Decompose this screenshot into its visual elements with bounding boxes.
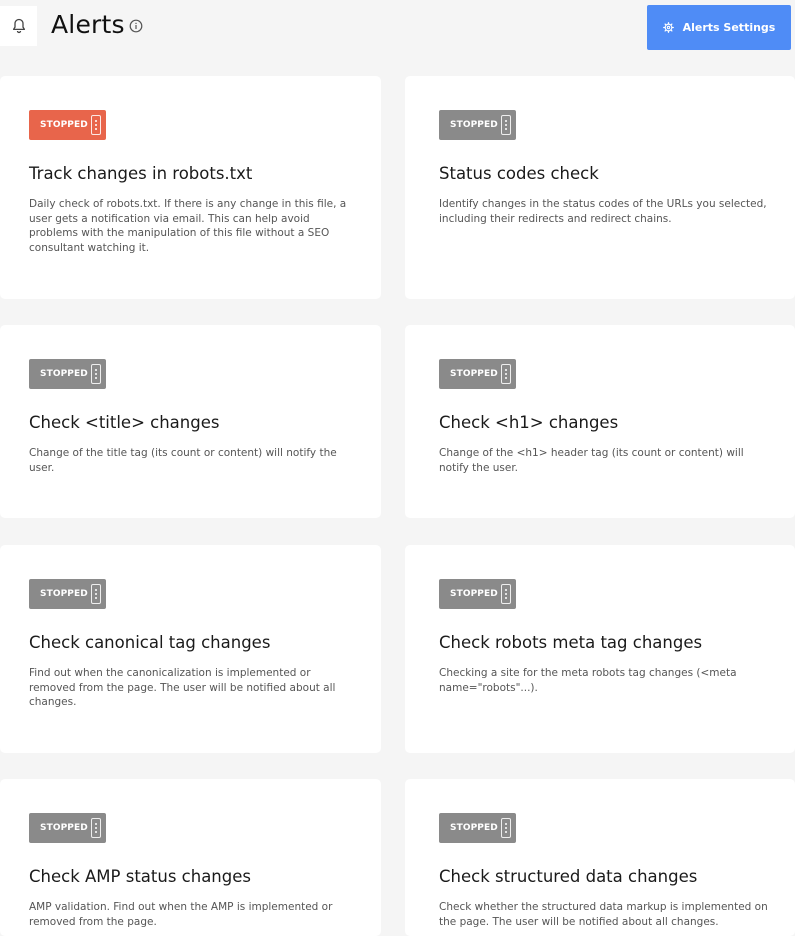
card-description: Checking a site for the meta robots tag …	[439, 667, 737, 694]
drag-handle-icon[interactable]	[91, 818, 101, 838]
card-title: Check <h1> changes	[439, 413, 619, 432]
alert-card-h1-changes[interactable]: STOPPED Check <h1> changes Change of the…	[405, 325, 795, 518]
card-title: Status codes check	[439, 164, 599, 183]
alert-card-amp-changes[interactable]: STOPPED Check AMP status changes AMP val…	[0, 779, 381, 936]
card-description: Check whether the structured data markup…	[439, 901, 768, 928]
card-description: Daily check of robots.txt. If there is a…	[29, 198, 347, 254]
drag-handle-icon[interactable]	[501, 364, 511, 384]
status-badge[interactable]: STOPPED	[439, 579, 516, 609]
status-badge[interactable]: STOPPED	[29, 813, 106, 843]
drag-handle-icon[interactable]	[91, 584, 101, 604]
alert-card-canonical-changes[interactable]: STOPPED Check canonical tag changes Find…	[0, 545, 381, 753]
page-title: Alerts	[51, 10, 125, 39]
drag-handle-icon[interactable]	[501, 115, 511, 135]
alerts-settings-label: Alerts Settings	[682, 21, 776, 34]
page-header: Alerts Alerts Settings	[0, 0, 795, 60]
status-badge[interactable]: STOPPED	[29, 110, 106, 140]
alert-card-status-codes[interactable]: STOPPED Status codes check Identify chan…	[405, 76, 795, 299]
drag-handle-icon[interactable]	[91, 115, 101, 135]
card-title: Check canonical tag changes	[29, 633, 271, 652]
alert-card-robots-meta-changes[interactable]: STOPPED Check robots meta tag changes Ch…	[405, 545, 795, 753]
card-title: Track changes in robots.txt	[29, 164, 253, 183]
drag-handle-icon[interactable]	[91, 364, 101, 384]
status-badge[interactable]: STOPPED	[439, 359, 516, 389]
card-description: Identify changes in the status codes of …	[439, 198, 767, 225]
status-badge[interactable]: STOPPED	[29, 359, 106, 389]
card-title: Check AMP status changes	[29, 867, 251, 886]
drag-handle-icon[interactable]	[501, 818, 511, 838]
gear-icon	[662, 22, 674, 33]
card-title: Check structured data changes	[439, 867, 698, 886]
info-icon[interactable]	[129, 19, 143, 33]
card-title: Check robots meta tag changes	[439, 633, 703, 652]
card-description: Change of the title tag (its count or co…	[29, 447, 337, 474]
card-description: AMP validation. Find out when the AMP is…	[29, 901, 333, 928]
alert-card-robots-txt[interactable]: STOPPED Track changes in robots.txt Dail…	[0, 76, 381, 299]
status-badge[interactable]: STOPPED	[439, 813, 516, 843]
notifications-button[interactable]	[0, 6, 37, 46]
alerts-settings-button[interactable]: Alerts Settings	[647, 5, 791, 50]
card-title: Check <title> changes	[29, 413, 220, 432]
card-description: Find out when the canonicalization is im…	[29, 667, 336, 709]
status-badge[interactable]: STOPPED	[29, 579, 106, 609]
bell-icon	[12, 18, 25, 34]
drag-handle-icon[interactable]	[501, 584, 511, 604]
alert-card-structured-data-changes[interactable]: STOPPED Check structured data changes Ch…	[405, 779, 795, 936]
card-description: Change of the <h1> header tag (its count…	[439, 447, 744, 474]
alert-card-title-changes[interactable]: STOPPED Check <title> changes Change of …	[0, 325, 381, 518]
status-badge[interactable]: STOPPED	[439, 110, 516, 140]
